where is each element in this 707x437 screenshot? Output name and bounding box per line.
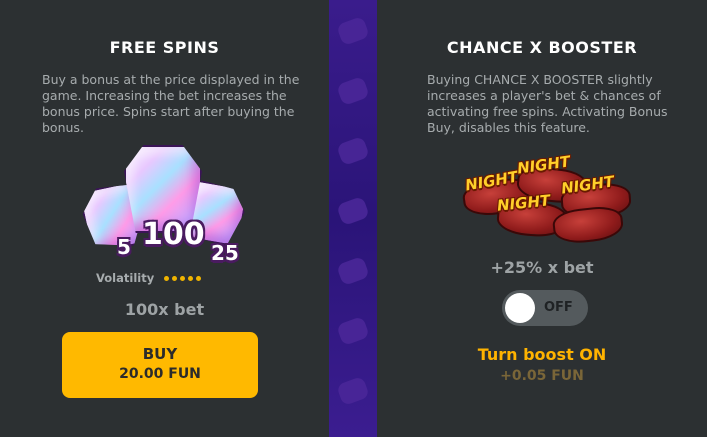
background-gem-icon (336, 195, 370, 227)
chance-booster-description: Buying CHANCE X BOOSTER slightly increas… (427, 72, 668, 135)
free-spins-description: Buy a bonus at the price displayed in th… (42, 72, 300, 135)
booster-bet-increase: +25% x bet (490, 258, 594, 277)
volatility-dot (180, 276, 185, 281)
volatility-dot (172, 276, 177, 281)
volatility-dot (196, 276, 201, 281)
background-gem-icon (336, 75, 370, 107)
background-gem-icon (336, 375, 370, 407)
free-spins-bet-multiplier: 100x bet (124, 300, 205, 319)
buy-button-price: 20.00 FUN (119, 366, 201, 382)
toggle-knob (505, 293, 535, 323)
volatility-label: Volatility (96, 271, 155, 285)
panel-divider (329, 0, 377, 437)
buy-button-label: BUY (142, 345, 178, 363)
toggle-state-label: OFF (544, 300, 573, 315)
buy-bonus-button[interactable]: BUY 20.00 FUN (62, 332, 258, 398)
gems-illustration: 5 100 25 (84, 145, 249, 270)
background-gem-icon (336, 135, 370, 167)
boost-price: +0.05 FUN (500, 368, 584, 384)
background-gem-icon (336, 315, 370, 347)
chance-booster-panel: CHANCE X BOOSTER Buying CHANCE X BOOSTER… (377, 0, 707, 437)
gem-value-100: 100 (142, 217, 205, 252)
free-spins-panel: FREE SPINS Buy a bonus at the price disp… (0, 0, 329, 437)
background-gem-icon (336, 255, 370, 287)
volatility-dot (188, 276, 193, 281)
turn-boost-on-label[interactable]: Turn boost ON (377, 345, 707, 364)
chance-booster-title: CHANCE X BOOSTER (446, 38, 638, 57)
gem-value-25: 25 (211, 241, 239, 265)
gem-value-5: 5 (117, 235, 131, 259)
booster-toggle[interactable]: OFF (502, 290, 588, 326)
background-gem-icon (336, 15, 370, 47)
free-spins-title: FREE SPINS (109, 38, 220, 57)
volatility-indicator (164, 276, 201, 281)
volatility-dot (164, 276, 169, 281)
night-pillows-illustration: NIGHT NIGHT NIGHT NIGHT (457, 150, 637, 246)
